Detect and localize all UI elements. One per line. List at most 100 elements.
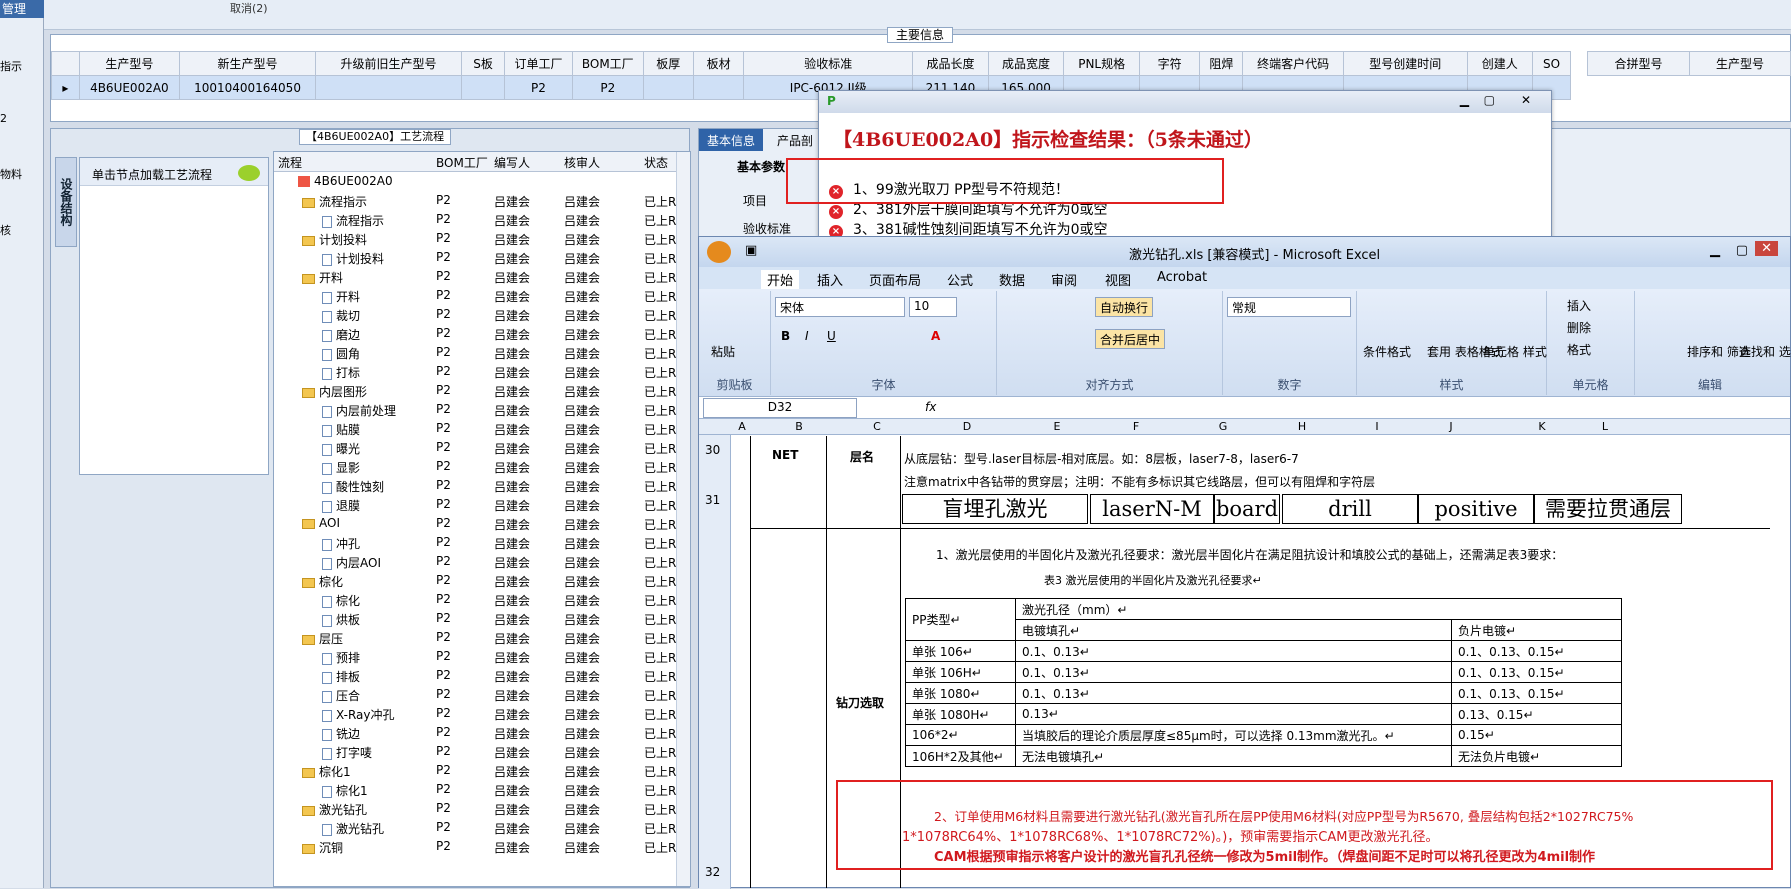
pp-cell[interactable]: 单张 106H↵ bbox=[905, 661, 1016, 683]
font-select[interactable]: 宋体 bbox=[775, 297, 905, 317]
tree-row[interactable]: 激光钻孔 P2 吕建会 吕建会 已上R bbox=[274, 799, 690, 818]
column-header[interactable]: B bbox=[751, 420, 847, 433]
close-icon[interactable]: ✕ bbox=[1521, 93, 1531, 107]
label-cell[interactable]: board bbox=[1214, 494, 1280, 524]
maximize-icon[interactable]: ▢ bbox=[1484, 93, 1495, 107]
pp-cell[interactable]: 单张 1080H↵ bbox=[905, 703, 1016, 725]
row-selector[interactable]: ▸ bbox=[51, 75, 80, 100]
grid-column-header[interactable]: 创建人 bbox=[1466, 51, 1534, 76]
pp-cell[interactable]: 单张 1080↵ bbox=[905, 682, 1016, 704]
grid-column-header[interactable]: 板厚 bbox=[642, 51, 694, 76]
grid-column-header[interactable]: S板 bbox=[461, 51, 505, 76]
paste-button[interactable]: 粘贴 bbox=[711, 343, 735, 360]
tree-row[interactable]: 计划投料 P2 吕建会 吕建会 已上R bbox=[274, 248, 690, 267]
cell-r31[interactable]: 注意matrix中各钻带的贯穿层；注明：不能有多标识其它线路层，但可以有阻焊和字… bbox=[904, 473, 1375, 490]
tree-row[interactable]: 层压 P2 吕建会 吕建会 已上R bbox=[274, 628, 690, 647]
grid-cell[interactable] bbox=[642, 75, 694, 100]
tree-row[interactable]: 开料 P2 吕建会 吕建会 已上R bbox=[274, 286, 690, 305]
pp-cell[interactable]: 0.1、0.13↵ bbox=[1015, 661, 1452, 683]
tree-row[interactable]: 棕化 P2 吕建会 吕建会 已上R bbox=[274, 590, 690, 609]
cell-r30[interactable]: 从底层钻：型号.laser目标层-相对底层。如：8层板，laser7-8，las… bbox=[904, 450, 1299, 467]
cell-layer-name[interactable]: 层名 bbox=[850, 448, 874, 465]
maximize-icon[interactable]: ▢ bbox=[1736, 243, 1748, 258]
nav-item[interactable]: 核 bbox=[0, 222, 44, 238]
nav-item[interactable]: 2 bbox=[0, 112, 44, 125]
grid-column-header[interactable]: 订单工厂 bbox=[503, 51, 574, 76]
column-header[interactable]: H bbox=[1261, 420, 1343, 433]
cell-net[interactable]: NET bbox=[772, 448, 798, 462]
pp-cell[interactable]: 0.1、0.13↵ bbox=[1015, 682, 1452, 704]
grid-cell[interactable]: 10010400164050 bbox=[179, 75, 316, 100]
pp-cell[interactable]: 0.13↵ bbox=[1015, 703, 1452, 725]
column-header[interactable]: C bbox=[849, 420, 905, 433]
tree-row[interactable]: 冲孔 P2 吕建会 吕建会 已上R bbox=[274, 533, 690, 552]
load-flow-button[interactable]: 单击节点加载工艺流程 bbox=[80, 158, 268, 186]
device-structure-tab[interactable]: 设备结构 bbox=[55, 157, 77, 247]
tree-root[interactable]: 4B6UE002A0 bbox=[274, 172, 690, 191]
grid-cell[interactable] bbox=[461, 75, 505, 100]
column-header[interactable]: A bbox=[735, 420, 749, 433]
tree-row[interactable]: 沉铜 P2 吕建会 吕建会 已上R bbox=[274, 837, 690, 856]
tab-review[interactable]: 审阅 bbox=[1051, 270, 1077, 289]
col-reviewer[interactable]: 核审人 bbox=[564, 154, 600, 171]
tree-row[interactable]: X-Ray冲孔 P2 吕建会 吕建会 已上R bbox=[274, 704, 690, 723]
cancel-button[interactable]: 取消(2) bbox=[230, 0, 268, 16]
nav-header[interactable]: 管理 bbox=[0, 0, 44, 18]
pp-cell[interactable]: 单张 106↵ bbox=[905, 640, 1016, 662]
grid-column-header[interactable]: 板材 bbox=[692, 51, 745, 76]
row-header[interactable]: 32 bbox=[705, 865, 720, 879]
tree-row[interactable]: 贴膜 P2 吕建会 吕建会 已上R bbox=[274, 419, 690, 438]
tab-layout[interactable]: 页面布局 bbox=[869, 270, 921, 289]
tree-row[interactable]: 打标 P2 吕建会 吕建会 已上R bbox=[274, 362, 690, 381]
delete-button[interactable]: 删除 bbox=[1567, 319, 1591, 336]
tree-row[interactable]: 内层AOI P2 吕建会 吕建会 已上R bbox=[274, 552, 690, 571]
tree-row[interactable]: 酸性蚀刻 P2 吕建会 吕建会 已上R bbox=[274, 476, 690, 495]
col-bom[interactable]: BOM工厂 bbox=[436, 154, 488, 171]
label-cell[interactable]: positive bbox=[1418, 494, 1534, 524]
conditional-format-button[interactable]: 条件格式 bbox=[1363, 343, 1411, 360]
tab-product[interactable]: 产品剖 bbox=[769, 129, 821, 151]
tab-home[interactable]: 开始 bbox=[761, 270, 800, 289]
grid-column-header[interactable]: 新生产型号 bbox=[179, 51, 316, 76]
grid-column-header[interactable]: 验收标准 bbox=[743, 51, 914, 76]
tree-row[interactable]: 排板 P2 吕建会 吕建会 已上R bbox=[274, 666, 690, 685]
tree-row[interactable]: 激光钻孔 P2 吕建会 吕建会 已上R bbox=[274, 818, 690, 837]
tree-row[interactable]: 流程指示 P2 吕建会 吕建会 已上R bbox=[274, 191, 690, 210]
tree-row[interactable]: 内层图形 P2 吕建会 吕建会 已上R bbox=[274, 381, 690, 400]
grid-column-header[interactable]: PNL规格 bbox=[1063, 51, 1140, 76]
grid-cell[interactable] bbox=[314, 75, 463, 100]
close-icon[interactable]: ✕ bbox=[1755, 241, 1778, 256]
col-flow[interactable]: 流程 bbox=[278, 154, 302, 171]
pp-cell[interactable]: 0.15↵ bbox=[1451, 724, 1622, 746]
grid-cell[interactable]: P2 bbox=[572, 75, 644, 100]
pp-cell[interactable]: 106H*2及其他↵ bbox=[905, 745, 1016, 767]
minimize-icon[interactable]: ▁ bbox=[1460, 93, 1469, 107]
grid-column-header[interactable]: 终端客户代码 bbox=[1242, 51, 1345, 76]
grid-cell[interactable]: P2 bbox=[503, 75, 574, 100]
tree-row[interactable]: 磨边 P2 吕建会 吕建会 已上R bbox=[274, 324, 690, 343]
name-box[interactable]: D32 bbox=[703, 398, 857, 418]
tree-row[interactable]: 压合 P2 吕建会 吕建会 已上R bbox=[274, 685, 690, 704]
column-header[interactable]: F bbox=[1087, 420, 1185, 433]
column-header[interactable]: L bbox=[1595, 420, 1615, 433]
number-format-select[interactable]: 常规 bbox=[1227, 297, 1351, 317]
column-header[interactable]: G bbox=[1187, 420, 1259, 433]
tab-formula[interactable]: 公式 bbox=[947, 270, 973, 289]
grid-column-header[interactable]: BOM工厂 bbox=[572, 51, 644, 76]
label-cell[interactable]: drill bbox=[1282, 494, 1418, 524]
pp-cell[interactable]: 106*2↵ bbox=[905, 724, 1016, 746]
col-prod-model[interactable]: 生产型号 bbox=[1689, 51, 1791, 76]
tree-row[interactable]: 流程指示 P2 吕建会 吕建会 已上R bbox=[274, 210, 690, 229]
pp-cell[interactable]: 无法电镀填孔↵ bbox=[1015, 745, 1452, 767]
column-header[interactable]: J bbox=[1411, 420, 1491, 433]
col-writer[interactable]: 编写人 bbox=[494, 154, 530, 171]
label-cell[interactable]: laserN-M bbox=[1090, 494, 1214, 524]
col-merge-model[interactable]: 合拼型号 bbox=[1587, 51, 1690, 76]
column-header[interactable]: E bbox=[1029, 420, 1085, 433]
pp-cell[interactable]: 当填胶后的理论介质层厚度≤85μm时，可以选择 0.13mm激光孔。↵ bbox=[1015, 724, 1452, 746]
column-header[interactable]: I bbox=[1345, 420, 1409, 433]
insert-button[interactable]: 插入 bbox=[1567, 297, 1591, 314]
italic-button[interactable]: I bbox=[805, 329, 809, 343]
column-header[interactable]: K bbox=[1493, 420, 1591, 433]
tree-row[interactable]: AOI P2 吕建会 吕建会 已上R bbox=[274, 514, 690, 533]
